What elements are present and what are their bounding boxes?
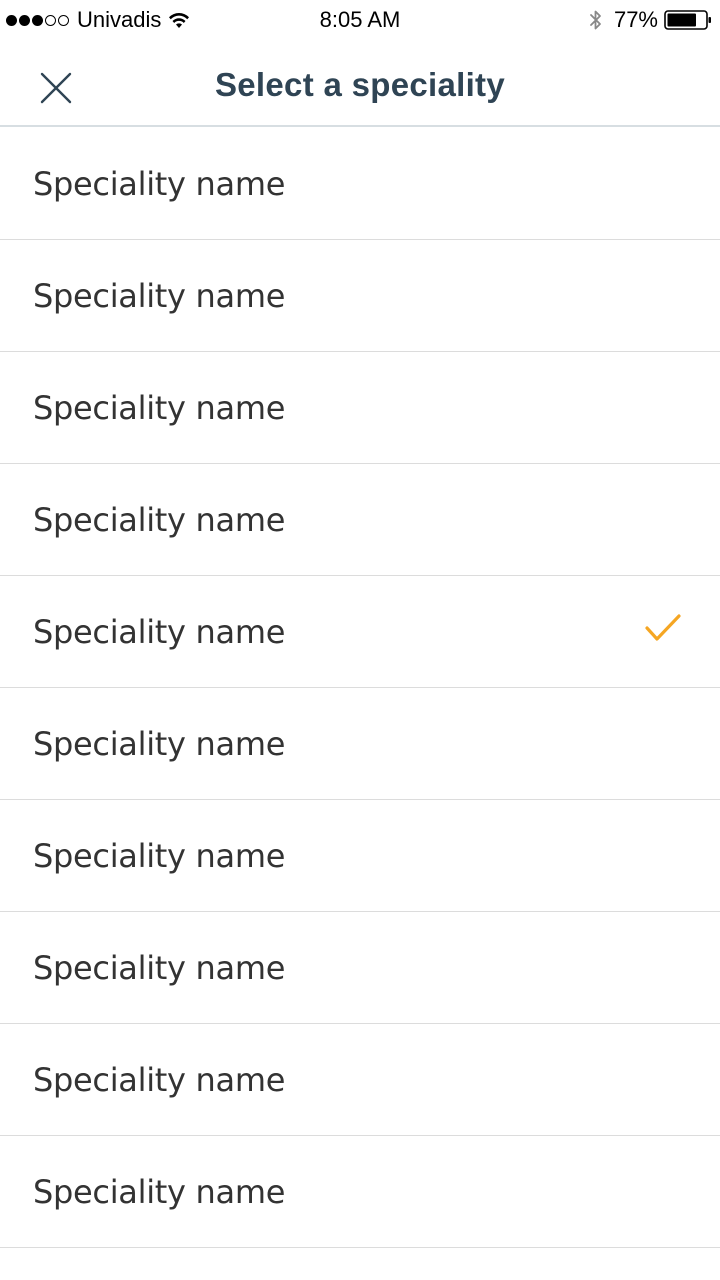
speciality-label: Speciality name — [33, 724, 286, 763]
status-right: 77% — [588, 6, 712, 34]
speciality-label: Speciality name — [33, 500, 286, 539]
speciality-label: Speciality name — [33, 388, 286, 427]
list-item[interactable]: Speciality name — [0, 240, 720, 352]
battery-icon — [664, 10, 711, 30]
list-item[interactable]: Speciality name — [0, 688, 720, 800]
checkmark-icon — [645, 614, 681, 641]
speciality-label: Speciality name — [33, 836, 286, 875]
list-item[interactable]: Speciality name — [0, 352, 720, 464]
page-title: Select a speciality — [214, 66, 506, 103]
status-bar: Univadis 8:05 AM 77% — [0, 0, 720, 40]
list-item[interactable]: Speciality name — [0, 464, 720, 576]
list-item[interactable]: Speciality name — [0, 1136, 720, 1248]
list-item[interactable]: Speciality name — [0, 912, 720, 1024]
battery-percent: 77% — [613, 7, 658, 32]
speciality-list: Speciality name Speciality name Speciality… — [0, 128, 720, 1248]
speciality-label: Speciality name — [33, 612, 286, 651]
list-item[interactable]: Speciality name — [0, 576, 720, 688]
navigation-bar: Select a speciality — [0, 40, 720, 127]
speciality-label: Speciality name — [33, 948, 286, 987]
speciality-label: Speciality name — [33, 276, 286, 315]
speciality-label: Speciality name — [33, 1060, 286, 1099]
speciality-label: Speciality name — [33, 1172, 286, 1211]
bluetooth-icon — [590, 10, 601, 30]
list-item[interactable]: Speciality name — [0, 128, 720, 240]
speciality-label: Speciality name — [33, 164, 286, 203]
list-item[interactable]: Speciality name — [0, 1024, 720, 1136]
list-item[interactable]: Speciality name — [0, 800, 720, 912]
